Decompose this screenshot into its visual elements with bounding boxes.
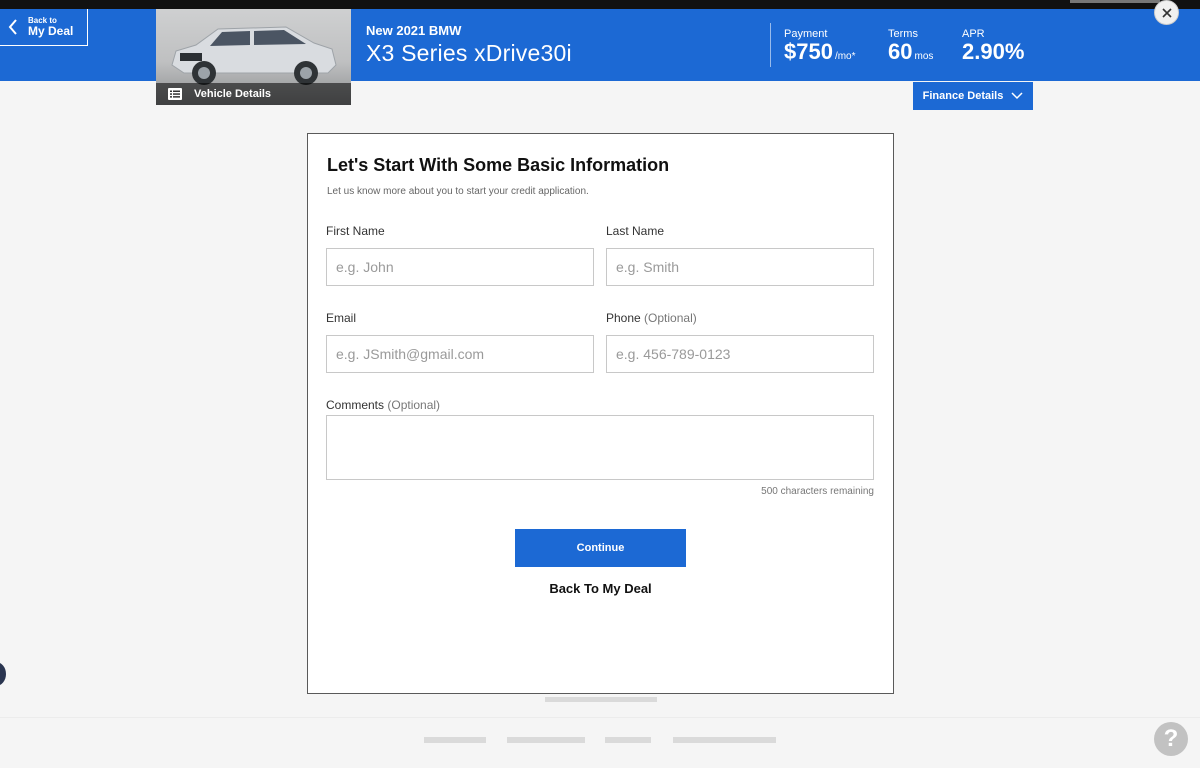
payment-stat: Payment $750/mo*: [784, 28, 856, 69]
list-icon: [168, 88, 182, 100]
close-button[interactable]: [1154, 0, 1179, 25]
model-name: X3 Series xDrive30i: [366, 40, 572, 66]
background-legal-text: [545, 697, 657, 702]
vehicle-details-label: Vehicle Details: [194, 88, 272, 100]
side-widget-button[interactable]: [0, 662, 6, 686]
footer-divider: [0, 717, 1200, 718]
last-name-label: Last Name: [606, 224, 665, 238]
comments-optional-text: (Optional): [387, 398, 441, 412]
car-image: [171, 26, 337, 85]
footer-link: [673, 737, 776, 743]
finance-details-button[interactable]: Finance Details: [913, 82, 1033, 110]
header-divider: [770, 23, 771, 67]
top-strip-accent: [1070, 0, 1160, 3]
model-subtitle: New 2021 BMW: [366, 23, 462, 38]
last-name-input[interactable]: [606, 248, 874, 286]
character-counter: 500 characters remaining: [761, 486, 874, 497]
back-label-big: My Deal: [28, 24, 74, 38]
comments-label: Comments (Optional): [326, 398, 440, 412]
payment-value: $750: [784, 39, 833, 64]
deal-header: Back to My Deal Vehicle Details New 2021…: [0, 9, 1200, 110]
phone-label: Phone (Optional): [606, 311, 697, 325]
footer-link: [424, 737, 486, 743]
continue-button[interactable]: Continue: [515, 529, 686, 567]
vehicle-details-button[interactable]: Vehicle Details: [156, 83, 351, 105]
terms-stat: Terms 60 mos: [888, 28, 933, 69]
email-input[interactable]: [326, 335, 594, 373]
back-to-my-deal-button[interactable]: Back to My Deal: [0, 9, 88, 46]
modal-title: Let's Start With Some Basic Information: [327, 155, 670, 175]
payment-unit: /mo*: [834, 51, 856, 62]
apr-value: 2.90%: [962, 39, 1025, 64]
phone-input[interactable]: [606, 335, 874, 373]
chevron-down-icon: [1011, 92, 1023, 100]
chevron-left-icon: [8, 16, 24, 38]
vehicle-image[interactable]: Vehicle Details: [156, 9, 351, 105]
modal-subtitle: Let us know more about you to start your…: [327, 186, 589, 197]
phone-optional-text: (Optional): [644, 311, 697, 325]
terms-value: 60: [888, 39, 913, 64]
top-strip: [0, 0, 1200, 9]
phone-label-text: Phone: [606, 311, 641, 325]
close-icon: [1161, 7, 1172, 18]
comments-label-text: Comments: [326, 398, 385, 412]
help-button[interactable]: ?: [1154, 722, 1188, 756]
email-label: Email: [326, 311, 357, 325]
first-name-input[interactable]: [326, 248, 594, 286]
back-to-my-deal-link[interactable]: Back To My Deal: [308, 581, 893, 596]
finance-details-label: Finance Details: [922, 90, 1004, 102]
footer-link: [507, 737, 585, 743]
question-mark-icon: ?: [1163, 725, 1179, 752]
apr-stat: APR 2.90%: [962, 28, 1024, 64]
credit-application-modal: Let's Start With Some Basic Information …: [307, 133, 894, 694]
footer-link: [605, 737, 651, 743]
first-name-label: First Name: [326, 224, 385, 238]
terms-unit: mos: [914, 51, 934, 62]
comments-textarea[interactable]: [326, 415, 874, 480]
